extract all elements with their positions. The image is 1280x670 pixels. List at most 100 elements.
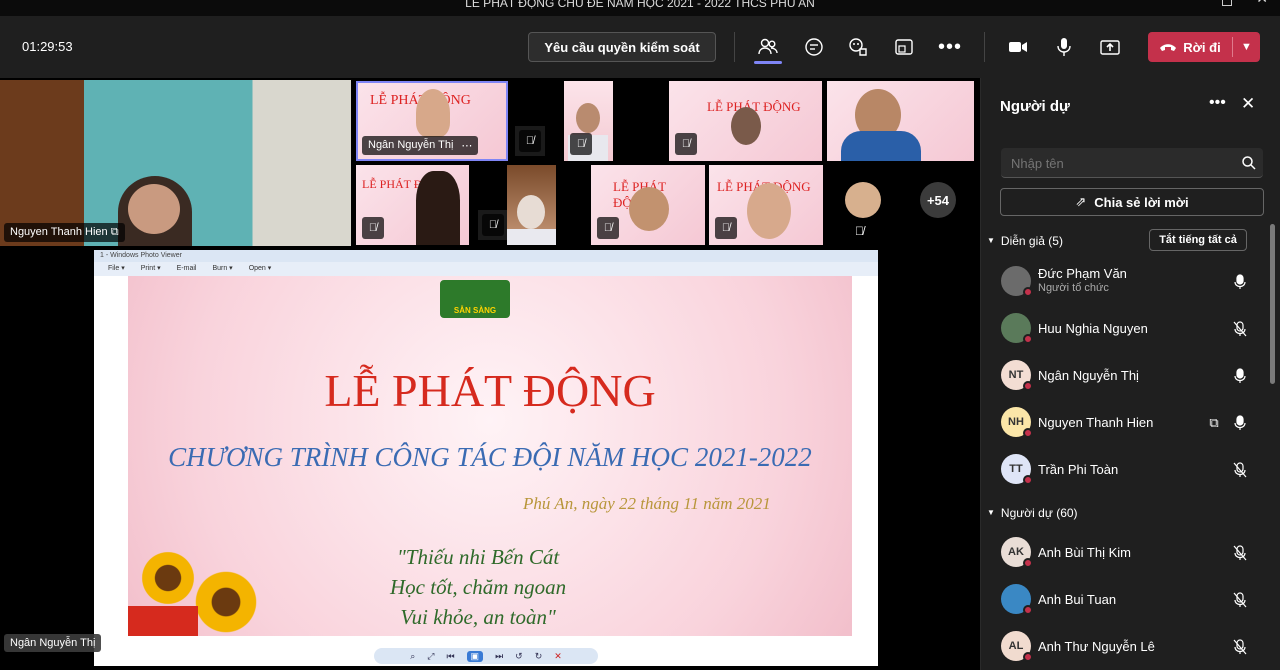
leave-options-chevron-icon[interactable]: ▼ xyxy=(1233,32,1260,62)
mic-off-icon: 🎙̸ xyxy=(519,130,541,152)
people-icon xyxy=(758,38,778,55)
video-tile-nguyen-thanh-hien[interactable]: Nguyen Thanh Hien ⧉ xyxy=(0,80,351,246)
mic-off-icon[interactable] xyxy=(1231,591,1249,609)
mic-off-icon: 🎙̸ xyxy=(597,217,619,239)
leave-button[interactable]: Rời đi xyxy=(1148,32,1232,62)
flag-decoration xyxy=(128,606,198,636)
more-options-icon[interactable]: ⋯ xyxy=(461,139,472,152)
video-tile-student-5[interactable]: LỄ PHÁT ĐỘNG 🎙̸ xyxy=(591,165,705,245)
video-tile-student-1[interactable]: 🎙̸ xyxy=(564,81,613,161)
sunflower-decoration xyxy=(138,548,198,608)
share-invite-button[interactable]: ⇗ Chia sẻ lời mời xyxy=(1000,188,1264,216)
shared-screen: 1 - Windows Photo Viewer File ▾ Print ▾ … xyxy=(94,250,878,666)
participant-face xyxy=(416,89,450,137)
mic-on-icon[interactable] xyxy=(1231,273,1249,291)
presenters-section-header[interactable]: ▼ Diễn giả (5) xyxy=(987,234,1063,248)
avatar[interactable] xyxy=(845,182,881,218)
menu-email[interactable]: E-mail xyxy=(177,262,197,276)
menu-open[interactable]: Open ▾ xyxy=(249,262,272,276)
participant-row[interactable]: Anh Bui Tuan xyxy=(981,576,1273,623)
mic-off-icon[interactable] xyxy=(1231,461,1249,479)
hang-up-icon xyxy=(1160,44,1177,51)
video-tile-student-2[interactable]: LỄ PHÁT ĐỘNG 🎙̸ xyxy=(669,81,822,161)
window-titlebar: LỄ PHÁT ĐỘNG CHỦ ĐỀ NĂM HỌC 2021 - 2022 … xyxy=(0,0,1280,16)
mic-off-icon: 🎙̸ xyxy=(855,224,864,238)
participant-name: Anh Bui Tuan xyxy=(1038,592,1117,607)
participant-name: Ngân Nguyễn Thị xyxy=(368,139,454,151)
mic-off-icon[interactable] xyxy=(1231,320,1249,338)
share-screen-button[interactable] xyxy=(1090,16,1130,78)
request-control-button[interactable]: Yêu cầu quyền kiểm soát xyxy=(528,32,716,62)
mic-off-icon[interactable] xyxy=(1231,544,1249,562)
collapse-chevron-icon: ▼ xyxy=(987,508,995,517)
reactions-button[interactable] xyxy=(838,16,878,78)
participant-name: Nguyen Thanh Hien xyxy=(1038,415,1154,430)
attendees-header: Người dự (60) xyxy=(1000,506,1078,520)
mic-off-icon: 🎙̸ xyxy=(675,133,697,155)
photo-viewer-titlebar: 1 - Windows Photo Viewer xyxy=(94,250,878,262)
rotate-left-icon[interactable]: ↺ xyxy=(515,651,523,662)
participant-row[interactable]: Đức Phạm Văn Người tổ chức xyxy=(981,258,1273,305)
video-tile-teacher[interactable]: LỄ PHÁT ĐỘNG 🎙̸ xyxy=(709,165,823,245)
rooms-button[interactable] xyxy=(884,16,924,78)
participant-name: Ngân Nguyễn Thị xyxy=(1038,368,1139,383)
presence-status-icon xyxy=(1023,475,1033,485)
divider xyxy=(984,32,985,62)
people-button[interactable] xyxy=(748,16,788,78)
menu-print[interactable]: Print ▾ xyxy=(141,262,161,276)
reaction-hand-icon xyxy=(849,38,867,56)
participant-row[interactable]: NT Ngân Nguyễn Thị xyxy=(981,352,1273,399)
mic-off-icon[interactable] xyxy=(1231,638,1249,656)
participant-search-input[interactable] xyxy=(1001,148,1231,178)
mic-off-icon: 🎙̸ xyxy=(715,217,737,239)
participant-row[interactable]: AK Anh Bùi Thị Kim xyxy=(981,529,1273,576)
rotate-right-icon[interactable]: ↻ xyxy=(535,651,543,662)
slideshow-icon[interactable]: ▣ xyxy=(466,650,484,662)
participant-row[interactable]: TT Trần Phi Toàn xyxy=(981,446,1273,493)
menu-file[interactable]: File ▾ xyxy=(108,262,125,276)
panel-title: Người dự xyxy=(1000,98,1070,115)
presenters-header: Diễn giả (5) xyxy=(1000,234,1063,248)
video-tile-student-3[interactable]: LỄ PHÁT ĐỘNG 🎙̸ xyxy=(356,165,469,245)
screen-share-icon: ⧉ xyxy=(110,226,119,238)
participant-row[interactable]: AL Anh Thư Nguyễn Lê xyxy=(981,623,1273,670)
restore-icon[interactable] xyxy=(1222,0,1232,6)
participant-shirt xyxy=(507,229,556,245)
photo-viewer-controls: ⌕ ⤢ ⏮ ▣ ⏭ ↺ ↻ ✕ xyxy=(374,648,598,664)
panel-scrollbar[interactable] xyxy=(1270,224,1275,384)
slide-subheadline: CHƯƠNG TRÌNH CÔNG TÁC ĐỘI NĂM HỌC 2021-2… xyxy=(168,442,812,472)
panel-close-icon[interactable]: ✕ xyxy=(1241,94,1255,114)
participant-search-box[interactable] xyxy=(1001,148,1263,178)
video-tile-ngan-nguyen-thi[interactable]: LỄ PHÁT ĐỘNG Ngân Nguyễn Thị ⋯ xyxy=(356,81,508,161)
previous-icon[interactable]: ⏮ xyxy=(446,651,454,662)
chat-button[interactable] xyxy=(794,16,834,78)
mute-all-button[interactable]: Tắt tiếng tất cả xyxy=(1149,229,1247,251)
participant-name: Trần Phi Toàn xyxy=(1038,462,1119,477)
mic-on-icon[interactable] xyxy=(1231,414,1249,432)
presence-status-icon xyxy=(1023,428,1033,438)
close-window-icon[interactable]: ✕ xyxy=(1256,0,1268,5)
participant-row[interactable]: Huu Nghia Nguyen xyxy=(981,305,1273,352)
attendees-section-header[interactable]: ▼ Người dự (60) xyxy=(987,506,1078,520)
mic-on-icon[interactable] xyxy=(1231,367,1249,385)
participant-face xyxy=(128,184,180,234)
camera-button[interactable] xyxy=(998,16,1038,78)
zoom-icon[interactable]: ⌕ xyxy=(410,651,415,662)
delete-icon[interactable]: ✕ xyxy=(554,651,562,662)
video-tile-presenter[interactable] xyxy=(827,81,974,161)
menu-burn[interactable]: Burn ▾ xyxy=(212,262,232,276)
overflow-participants-button[interactable]: +54 xyxy=(920,182,956,218)
participant-row[interactable]: NH Nguyen Thanh Hien ⧉ xyxy=(981,399,1273,446)
panel-more-icon[interactable]: ••• xyxy=(1209,94,1226,112)
presence-status-icon xyxy=(1023,287,1033,297)
share-screen-icon xyxy=(1100,40,1120,55)
participant-hair xyxy=(416,171,460,245)
microphone-button[interactable] xyxy=(1044,16,1084,78)
more-actions-icon[interactable]: ••• xyxy=(930,16,970,78)
fit-icon[interactable]: ⤢ xyxy=(427,651,434,662)
slogan-line: "Thiếu nhi Bến Cát xyxy=(396,545,560,569)
video-tile-student-4[interactable] xyxy=(507,165,556,245)
chat-icon xyxy=(805,38,823,56)
search-icon xyxy=(1242,156,1256,170)
next-icon[interactable]: ⏭ xyxy=(495,651,503,662)
